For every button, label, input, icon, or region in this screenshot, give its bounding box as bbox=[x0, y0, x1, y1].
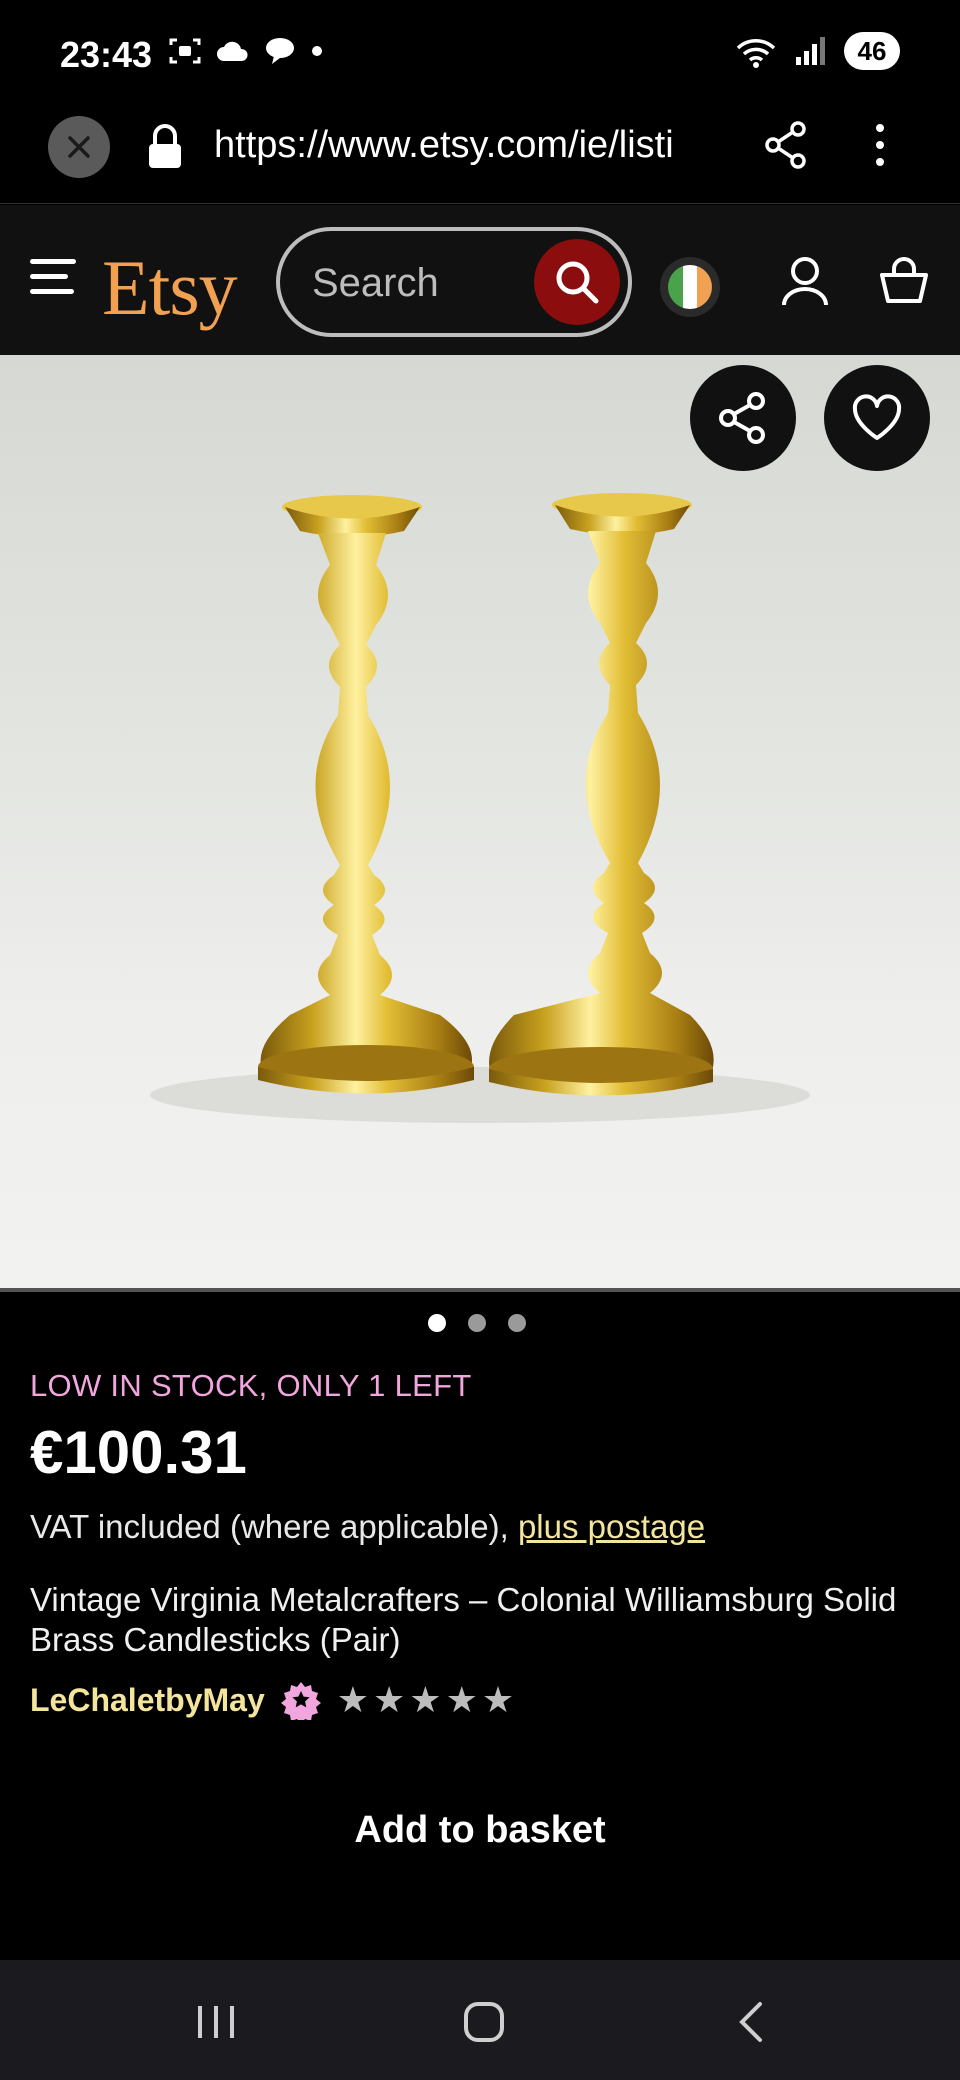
recent-apps-icon[interactable] bbox=[195, 2002, 237, 2042]
ireland-flag-icon bbox=[668, 265, 712, 309]
back-icon[interactable] bbox=[736, 2000, 766, 2044]
account-icon[interactable] bbox=[780, 255, 830, 309]
star-icon: ★ bbox=[481, 1679, 515, 1720]
status-bar: 23:43 46 bbox=[0, 0, 960, 110]
carousel-dot[interactable] bbox=[428, 1314, 446, 1332]
status-time: 23:43 bbox=[60, 34, 153, 75]
stock-notice: LOW IN STOCK, ONLY 1 LEFT bbox=[30, 1368, 472, 1403]
basket-icon[interactable] bbox=[878, 255, 930, 307]
browser-url-bar: https://www.etsy.com/ie/listi bbox=[0, 100, 960, 204]
status-system-icons: 46 bbox=[734, 32, 900, 70]
add-to-basket-button[interactable]: Add to basket bbox=[0, 1780, 960, 1880]
star-icon: ★ bbox=[336, 1679, 370, 1720]
price: €100.31 bbox=[30, 1419, 247, 1486]
share-listing-button[interactable] bbox=[690, 365, 796, 471]
etsy-header: Etsy Search bbox=[0, 205, 960, 355]
region-button[interactable] bbox=[660, 257, 720, 317]
more-options-icon[interactable] bbox=[862, 120, 898, 170]
star-icon: ★ bbox=[445, 1679, 478, 1720]
favorite-button[interactable] bbox=[824, 365, 930, 471]
home-icon[interactable] bbox=[462, 2000, 506, 2044]
dot-icon bbox=[312, 46, 322, 56]
image-divider bbox=[0, 1288, 960, 1292]
carousel-dot[interactable] bbox=[468, 1314, 486, 1332]
close-tab-button[interactable] bbox=[48, 116, 110, 178]
search-icon bbox=[556, 261, 599, 304]
share-icon bbox=[719, 392, 765, 444]
signal-icon bbox=[796, 37, 825, 65]
search-button[interactable] bbox=[534, 239, 620, 325]
close-icon bbox=[68, 136, 90, 158]
wifi-icon bbox=[736, 39, 776, 68]
rating-stars: ★ ★ ★ ★ ★ bbox=[337, 1682, 514, 1718]
share-icon[interactable] bbox=[764, 120, 808, 170]
star-icon: ★ bbox=[409, 1679, 442, 1720]
shop-row: LeChaletbyMay ★ ★ ★ ★ ★ bbox=[30, 1680, 514, 1720]
carousel-dot[interactable] bbox=[508, 1314, 526, 1332]
heart-icon bbox=[852, 394, 902, 440]
vat-notice: VAT included (where applicable), plus po… bbox=[30, 1508, 705, 1546]
lock-icon[interactable] bbox=[146, 122, 184, 172]
image-carousel-dots[interactable] bbox=[428, 1314, 526, 1332]
status-notification-icons bbox=[168, 36, 324, 66]
etsy-logo[interactable]: Etsy bbox=[102, 243, 238, 333]
system-nav-bar bbox=[0, 1960, 960, 2080]
cloud-icon bbox=[217, 41, 248, 61]
shop-name-link[interactable]: LeChaletbyMay bbox=[30, 1682, 265, 1719]
postage-link[interactable]: plus postage bbox=[518, 1508, 705, 1545]
menu-icon[interactable] bbox=[30, 259, 76, 299]
url-text[interactable]: https://www.etsy.com/ie/listi bbox=[214, 124, 734, 167]
search-placeholder: Search bbox=[312, 261, 439, 305]
product-image[interactable] bbox=[0, 355, 960, 1288]
chat-icon bbox=[266, 38, 294, 64]
listing-title: Vintage Virginia Metalcrafters – Colonia… bbox=[30, 1581, 897, 1658]
star-icon: ★ bbox=[373, 1679, 406, 1720]
brass-candlesticks-photo bbox=[150, 493, 810, 1123]
search-input[interactable]: Search bbox=[276, 227, 632, 337]
star-seller-badge-icon bbox=[280, 1682, 321, 1720]
battery-indicator: 46 bbox=[844, 32, 900, 70]
vat-text: VAT included (where applicable), bbox=[30, 1508, 509, 1545]
screenshot-icon bbox=[169, 38, 201, 64]
